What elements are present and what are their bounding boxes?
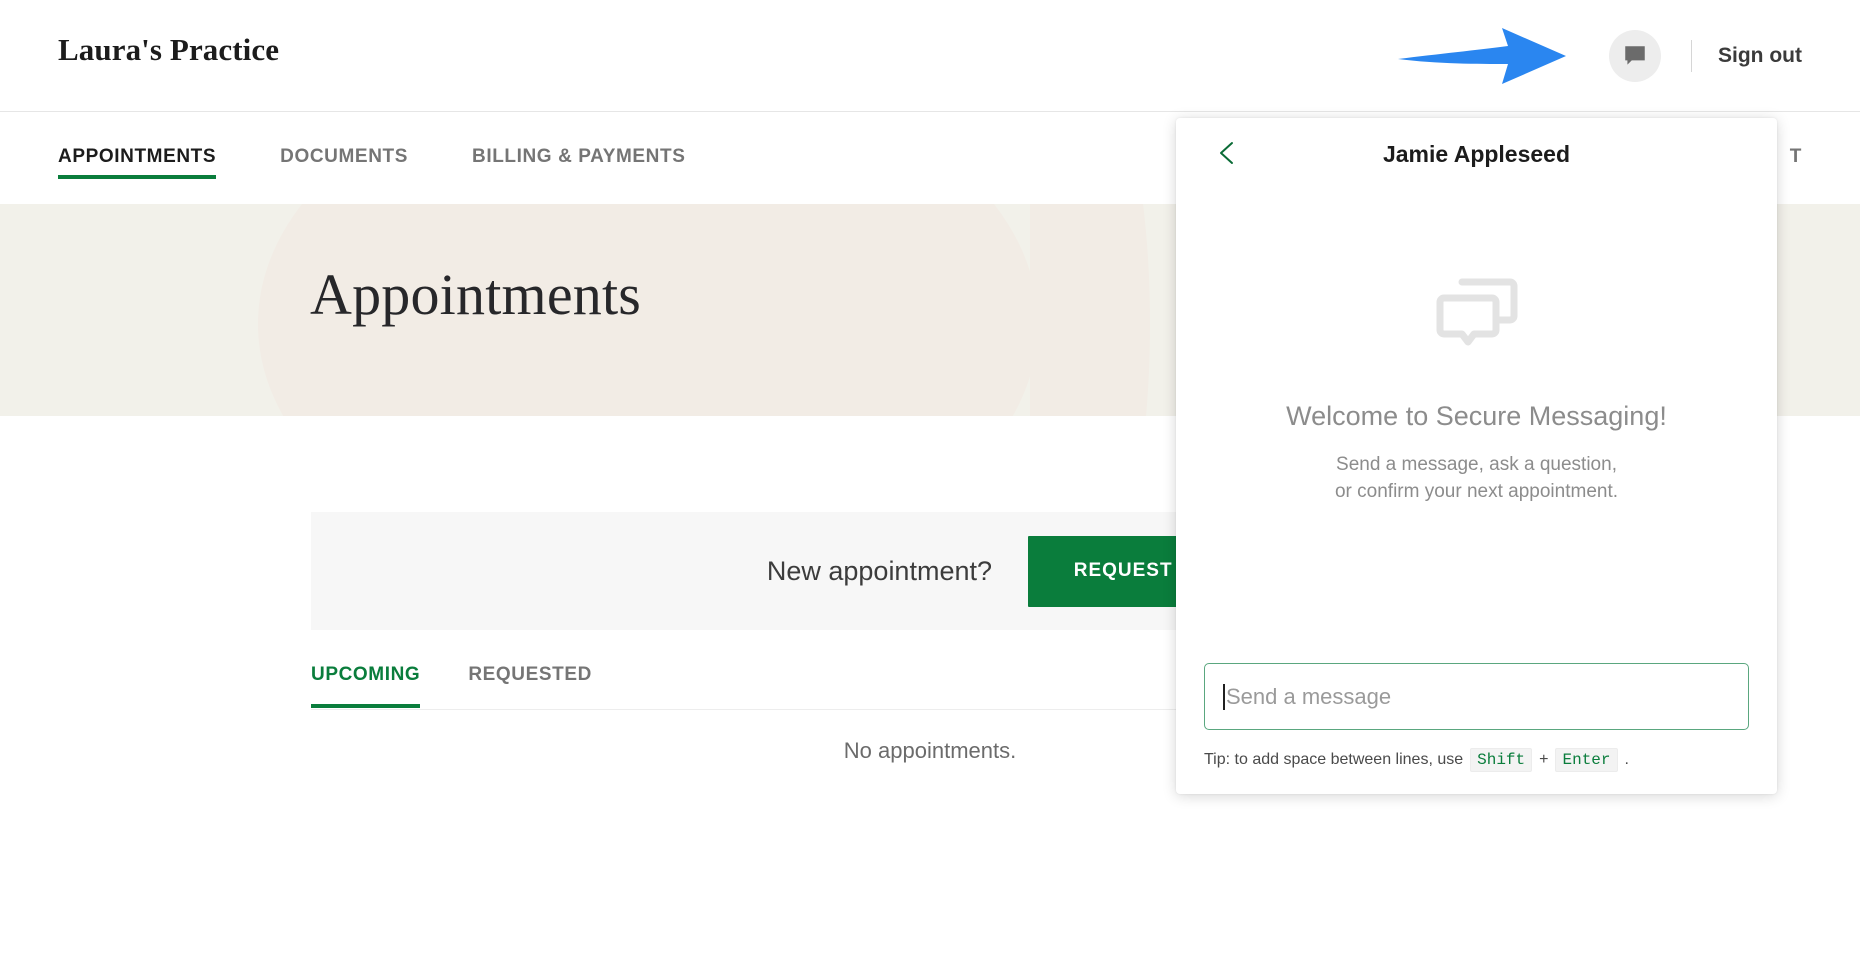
composer-tip-suffix: . <box>1625 751 1629 769</box>
app-root: Laura's Practice Sign out APPOINTMENTS D… <box>0 0 1860 970</box>
chat-bubble-icon <box>1622 43 1648 69</box>
header-actions: Sign out <box>1609 0 1860 112</box>
messaging-welcome-subtitle: Send a message, ask a question, or confi… <box>1335 452 1618 506</box>
composer-tip-plus: + <box>1539 751 1548 769</box>
messaging-welcome-title: Welcome to Secure Messaging! <box>1286 401 1667 432</box>
nav-item-documents[interactable]: DOCUMENTS <box>280 112 408 168</box>
messaging-composer: Tip: to add space between lines, use Shi… <box>1176 663 1777 794</box>
header-divider <box>1691 40 1692 72</box>
chevron-left-icon <box>1217 140 1237 169</box>
messaging-empty-state: Welcome to Secure Messaging! Send a mess… <box>1176 190 1777 663</box>
composer-tip-prefix: Tip: to add space between lines, use <box>1204 751 1463 769</box>
nav-item-list: APPOINTMENTS DOCUMENTS BILLING & PAYMENT… <box>58 112 749 204</box>
message-input[interactable] <box>1225 684 1730 710</box>
hero-decor-oval-secondary <box>1030 204 1150 416</box>
composer-tip: Tip: to add space between lines, use Shi… <box>1204 748 1749 772</box>
conversation-title: Jamie Appleseed <box>1383 141 1570 168</box>
message-input-wrapper[interactable] <box>1204 663 1749 730</box>
subtab-upcoming[interactable]: UPCOMING <box>311 664 420 707</box>
app-header: Laura's Practice Sign out <box>0 0 1860 112</box>
subtab-requested[interactable]: REQUESTED <box>468 664 592 707</box>
kbd-shift: Shift <box>1470 748 1532 772</box>
messaging-welcome-line-1: Send a message, ask a question, <box>1335 452 1618 479</box>
new-appointment-label: New appointment? <box>767 556 992 587</box>
nav-item-account-partial[interactable]: T <box>1790 146 1802 168</box>
messaging-panel-header: Jamie Appleseed <box>1176 118 1777 190</box>
annotation-arrow-icon <box>1398 26 1568 91</box>
sign-out-link[interactable]: Sign out <box>1718 44 1802 68</box>
nav-item-billing-payments[interactable]: BILLING & PAYMENTS <box>472 112 685 168</box>
back-button[interactable] <box>1210 137 1244 171</box>
two-speech-bubbles-icon <box>1436 278 1518 355</box>
practice-name: Laura's Practice <box>58 32 279 68</box>
chat-bubble-button[interactable] <box>1609 30 1661 82</box>
page-title: Appointments <box>310 261 641 328</box>
messaging-welcome-line-2: or confirm your next appointment. <box>1335 479 1618 506</box>
secure-messaging-panel: Jamie Appleseed Welcome to Secure Messag… <box>1176 118 1777 794</box>
kbd-enter: Enter <box>1555 748 1617 772</box>
nav-item-appointments[interactable]: APPOINTMENTS <box>58 112 216 168</box>
